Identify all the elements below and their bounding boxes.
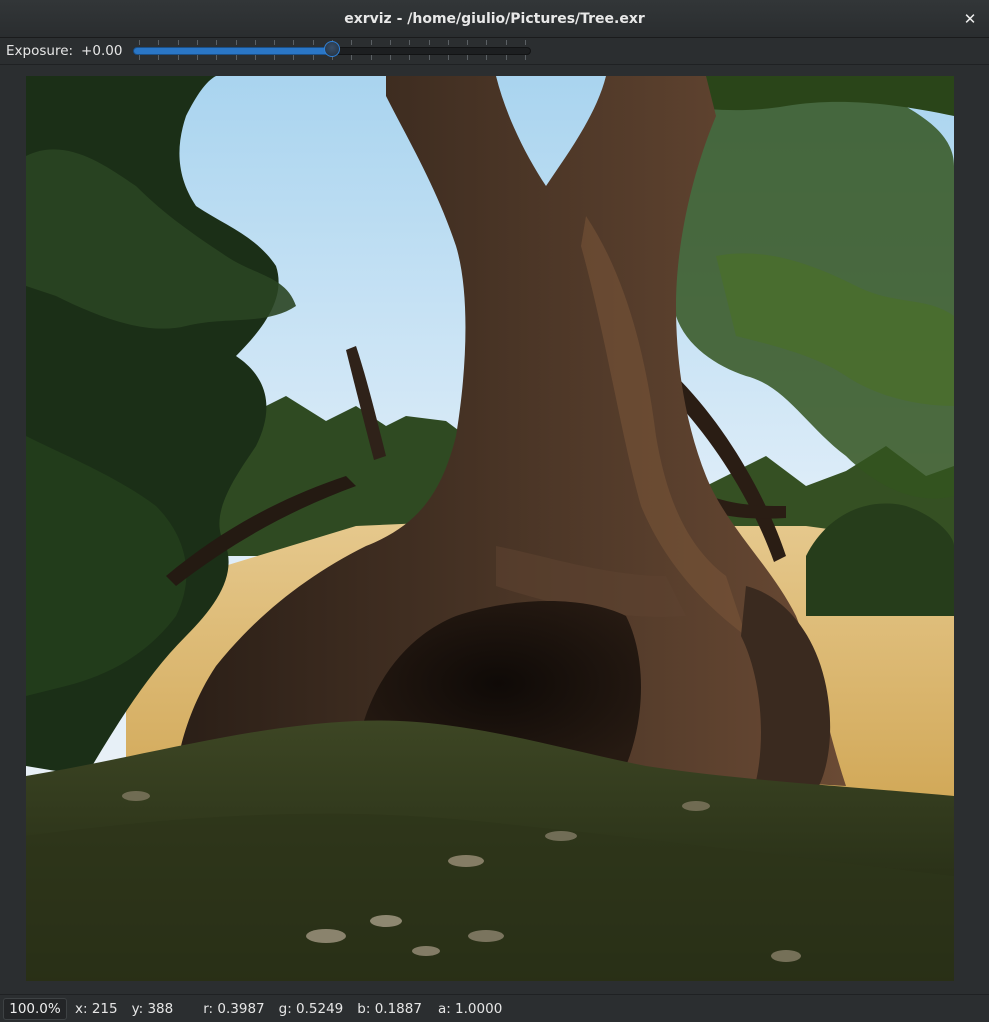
slider-tick xyxy=(158,55,160,60)
slider-tick xyxy=(506,55,508,60)
exposure-slider[interactable] xyxy=(133,40,532,62)
exposure-value: +0.00 xyxy=(81,43,123,59)
slider-tick xyxy=(506,40,508,45)
slider-tick xyxy=(429,55,431,60)
slider-tick xyxy=(525,40,527,45)
pixel-r: r: 0.3987 xyxy=(203,1000,265,1017)
slider-tick xyxy=(525,55,527,60)
pixel-g: g: 0.5249 xyxy=(278,1000,344,1017)
slider-tick xyxy=(139,55,141,60)
slider-tick xyxy=(236,55,238,60)
slider-tick xyxy=(274,40,276,45)
slider-tick xyxy=(486,55,488,60)
slider-tick xyxy=(313,55,315,60)
slider-tick xyxy=(351,55,353,60)
slider-tick xyxy=(351,40,353,45)
slider-tick xyxy=(274,55,276,60)
slider-tick xyxy=(409,40,411,45)
cursor-x: x: 215 xyxy=(75,1000,118,1017)
slider-tick xyxy=(448,40,450,45)
slider-tick xyxy=(293,55,295,60)
slider-tick xyxy=(197,55,199,60)
close-icon[interactable]: ✕ xyxy=(959,8,981,30)
image-canvas[interactable] xyxy=(26,76,954,981)
slider-tick xyxy=(197,40,199,45)
slider-tick xyxy=(216,55,218,60)
exposure-label: Exposure: xyxy=(6,43,74,59)
cursor-y: y: 388 xyxy=(131,1000,174,1017)
slider-fill xyxy=(133,47,335,55)
slider-tick xyxy=(178,55,180,60)
slider-tick xyxy=(429,40,431,45)
exposure-toolbar: Exposure: +0.00 xyxy=(0,38,989,65)
slider-handle[interactable] xyxy=(324,41,341,57)
tree-image xyxy=(26,76,954,981)
slider-tick xyxy=(390,55,392,60)
slider-tick xyxy=(293,40,295,45)
slider-tick xyxy=(313,40,315,45)
status-bar: 100.0% x: 215 y: 388 r: 0.3987 g: 0.5249… xyxy=(0,994,989,1022)
slider-tick xyxy=(390,40,392,45)
slider-tick xyxy=(236,40,238,45)
slider-tick xyxy=(486,40,488,45)
slider-tick xyxy=(371,55,373,60)
title-bar: exrviz - /home/giulio/Pictures/Tree.exr … xyxy=(0,0,989,38)
pixel-a: a: 1.0000 xyxy=(437,1000,503,1017)
image-viewport[interactable] xyxy=(0,65,989,993)
slider-tick xyxy=(158,40,160,45)
slider-tick xyxy=(371,40,373,45)
slider-tick xyxy=(467,40,469,45)
slider-tick xyxy=(409,55,411,60)
slider-tick xyxy=(255,40,257,45)
slider-tick xyxy=(448,55,450,60)
zoom-field[interactable]: 100.0% xyxy=(3,997,67,1020)
slider-tick xyxy=(216,40,218,45)
slider-tick xyxy=(178,40,180,45)
pixel-b: b: 0.1887 xyxy=(357,1000,422,1017)
window-title: exrviz - /home/giulio/Pictures/Tree.exr xyxy=(344,10,645,27)
slider-tick xyxy=(255,55,257,60)
slider-tick xyxy=(139,40,141,45)
slider-tick xyxy=(467,55,469,60)
